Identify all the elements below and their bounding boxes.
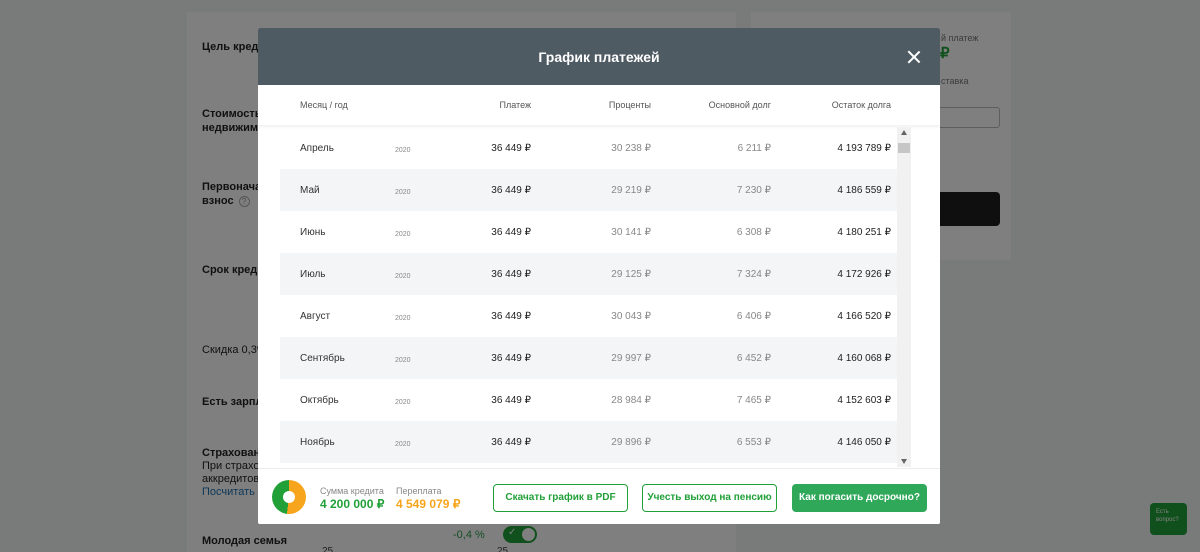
- row-balance: 4 180 251 ₽: [837, 227, 891, 238]
- donut-chart-icon: [272, 480, 306, 514]
- row-payment: 36 449 ₽: [491, 311, 531, 322]
- row-interest: 29 896 ₽: [611, 437, 651, 448]
- table-scrollbar[interactable]: [897, 127, 911, 467]
- row-payment: 36 449 ₽: [491, 269, 531, 280]
- row-payment: 36 449 ₽: [491, 353, 531, 364]
- row-balance: 4 160 068 ₽: [837, 353, 891, 364]
- row-year: 2020: [395, 231, 411, 238]
- close-icon[interactable]: [903, 46, 925, 68]
- row-balance: 4 186 559 ₽: [837, 185, 891, 196]
- row-year: 2020: [395, 357, 411, 364]
- table-header: Месяц / год Платеж Проценты Основной дол…: [258, 85, 940, 125]
- row-month: Июнь: [300, 227, 326, 238]
- row-payment: 36 449 ₽: [491, 395, 531, 406]
- row-balance: 4 193 789 ₽: [837, 143, 891, 154]
- payment-schedule-modal: График платежей Месяц / год Платеж Проце…: [258, 28, 940, 524]
- row-interest: 30 141 ₽: [611, 227, 651, 238]
- row-principal: 6 406 ₽: [736, 311, 771, 322]
- row-year: 2020: [395, 189, 411, 196]
- row-month: Ноябрь: [300, 437, 335, 448]
- row-interest: 28 984 ₽: [611, 395, 651, 406]
- column-balance: Остаток долга: [831, 100, 891, 110]
- table-row: Ноябрь 2020 36 449 ₽ 29 896 ₽ 6 553 ₽ 4 …: [280, 421, 897, 463]
- row-month: Октябрь: [300, 395, 339, 406]
- row-payment: 36 449 ₽: [491, 185, 531, 196]
- row-year: 2020: [395, 441, 411, 448]
- column-payment: Платеж: [499, 100, 531, 110]
- column-principal: Основной долг: [708, 100, 771, 110]
- column-interest: Проценты: [608, 100, 651, 110]
- modal-footer: Сумма кредита 4 200 000 ₽ Переплата 4 54…: [258, 468, 940, 524]
- table-row: Июнь 2020 36 449 ₽ 30 141 ₽ 6 308 ₽ 4 18…: [280, 211, 897, 253]
- pension-button[interactable]: Учесть выход на пенсию: [642, 484, 777, 512]
- row-year: 2020: [395, 147, 411, 154]
- row-principal: 6 452 ₽: [736, 353, 771, 364]
- scroll-thumb[interactable]: [898, 143, 910, 153]
- column-month: Месяц / год: [300, 100, 348, 110]
- row-year: 2020: [395, 273, 411, 280]
- modal-title: График платежей: [538, 49, 660, 65]
- row-payment: 36 449 ₽: [491, 437, 531, 448]
- row-payment: 36 449 ₽: [491, 227, 531, 238]
- row-year: 2020: [395, 399, 411, 406]
- row-month: Сентябрь: [300, 353, 345, 364]
- row-balance: 4 166 520 ₽: [837, 311, 891, 322]
- download-pdf-button[interactable]: Скачать график в PDF: [493, 484, 628, 512]
- loan-sum-value: 4 200 000 ₽: [320, 497, 385, 511]
- row-month: Июль: [300, 269, 326, 280]
- row-principal: 6 553 ₽: [736, 437, 771, 448]
- table-row: Май 2020 36 449 ₽ 29 219 ₽ 7 230 ₽ 4 186…: [280, 169, 897, 211]
- table-row: Сентябрь 2020 36 449 ₽ 29 997 ₽ 6 452 ₽ …: [280, 337, 897, 379]
- row-balance: 4 152 603 ₽: [837, 395, 891, 406]
- table-row: Август 2020 36 449 ₽ 30 043 ₽ 6 406 ₽ 4 …: [280, 295, 897, 337]
- row-interest: 30 238 ₽: [611, 143, 651, 154]
- row-principal: 7 324 ₽: [736, 269, 771, 280]
- row-principal: 7 465 ₽: [736, 395, 771, 406]
- row-balance: 4 172 926 ₽: [837, 269, 891, 280]
- scroll-up-icon[interactable]: [901, 130, 907, 135]
- overpayment-value: 4 549 079 ₽: [396, 497, 461, 511]
- modal-header: График платежей: [258, 28, 940, 85]
- row-month: Май: [300, 185, 320, 196]
- row-interest: 29 125 ₽: [611, 269, 651, 280]
- table-row: Апрель 2020 36 449 ₽ 30 238 ₽ 6 211 ₽ 4 …: [280, 127, 897, 169]
- row-interest: 30 043 ₽: [611, 311, 651, 322]
- table-row: Июль 2020 36 449 ₽ 29 125 ₽ 7 324 ₽ 4 17…: [280, 253, 897, 295]
- row-month: Август: [300, 311, 331, 322]
- row-payment: 36 449 ₽: [491, 143, 531, 154]
- row-principal: 6 308 ₽: [736, 227, 771, 238]
- row-year: 2020: [395, 315, 411, 322]
- row-interest: 29 997 ₽: [611, 353, 651, 364]
- scroll-down-icon[interactable]: [901, 459, 907, 464]
- row-interest: 29 219 ₽: [611, 185, 651, 196]
- row-month: Апрель: [300, 143, 334, 154]
- row-balance: 4 146 050 ₽: [837, 437, 891, 448]
- schedule-table-body[interactable]: Апрель 2020 36 449 ₽ 30 238 ₽ 6 211 ₽ 4 …: [280, 127, 897, 467]
- loan-sum-label: Сумма кредита: [320, 486, 384, 496]
- early-repayment-button[interactable]: Как погасить досрочно?: [792, 484, 927, 512]
- table-row: Октябрь 2020 36 449 ₽ 28 984 ₽ 7 465 ₽ 4…: [280, 379, 897, 421]
- row-principal: 7 230 ₽: [736, 185, 771, 196]
- row-principal: 6 211 ₽: [737, 143, 771, 154]
- overpayment-label: Переплата: [396, 486, 442, 496]
